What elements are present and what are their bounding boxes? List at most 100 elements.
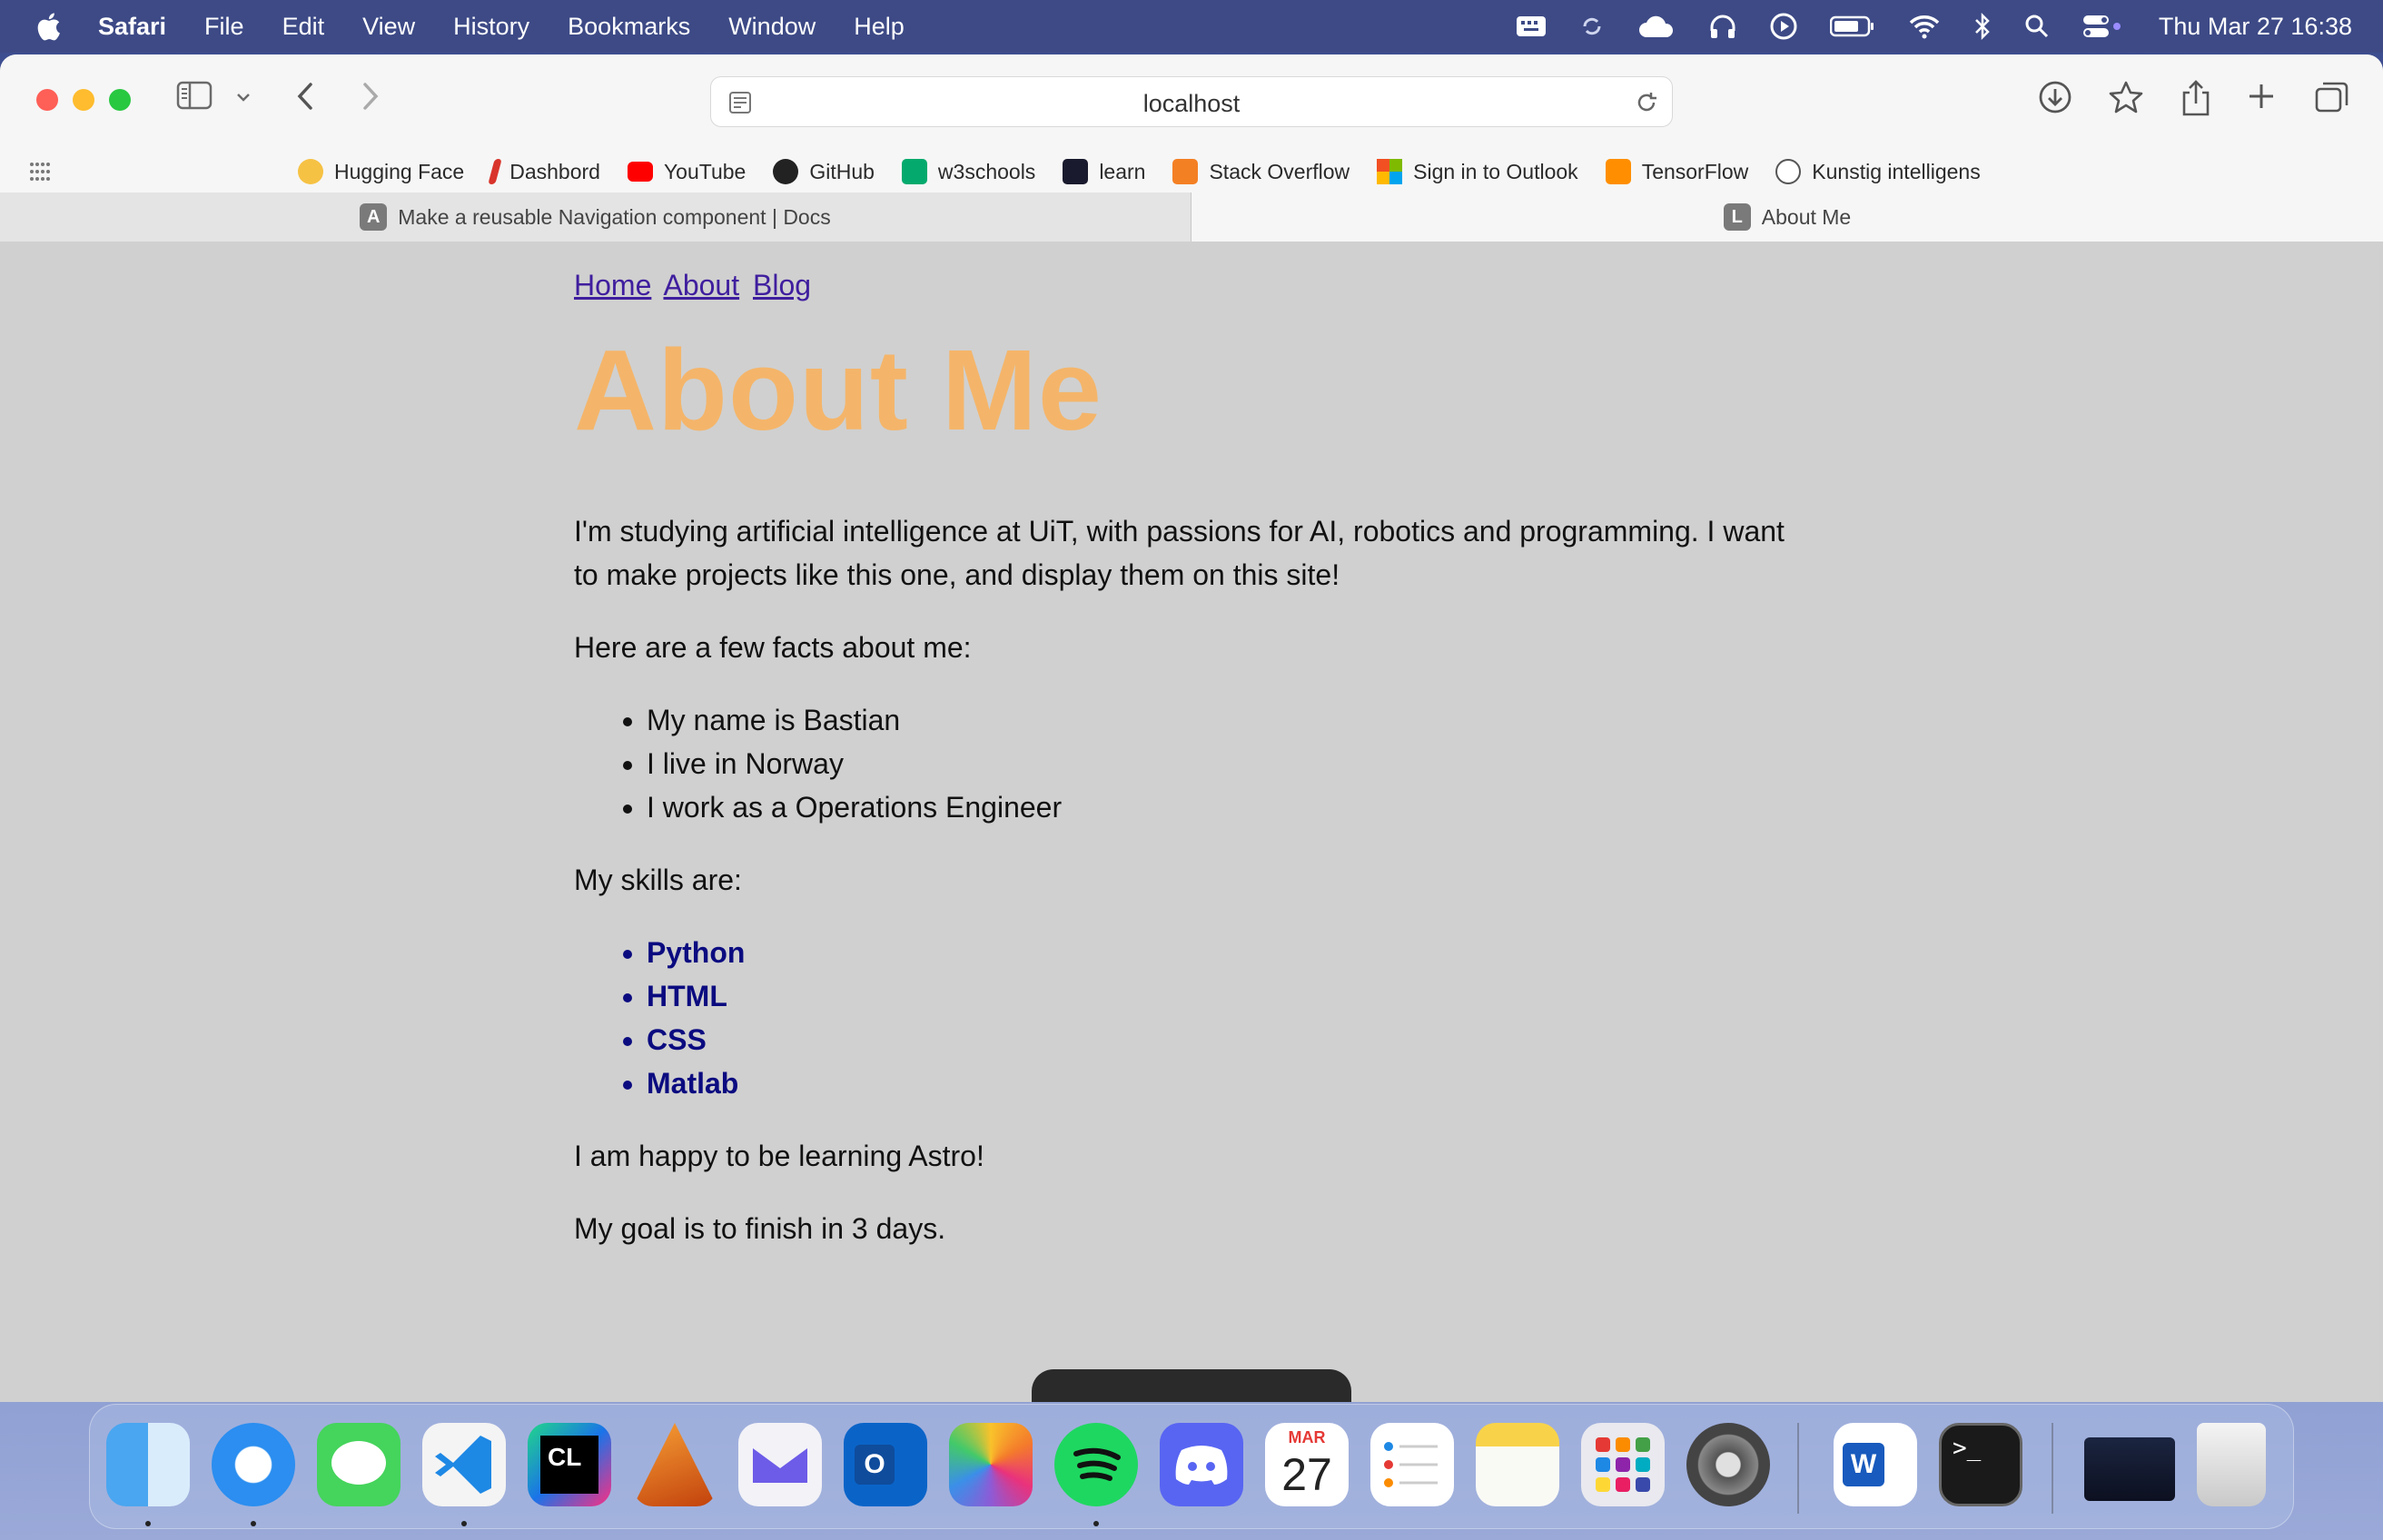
reload-icon[interactable]	[1634, 90, 1659, 115]
calendar-day: 27	[1281, 1449, 1332, 1500]
bookmark-kunstig-intelligens[interactable]: Kunstig intelligens	[1775, 159, 1981, 184]
discord-app-icon[interactable]	[1160, 1423, 1243, 1506]
menu-edit[interactable]: Edit	[282, 13, 325, 41]
menu-window[interactable]: Window	[728, 13, 816, 41]
bookmark-stack-overflow[interactable]: Stack Overflow	[1172, 159, 1350, 184]
skill-item: CSS	[647, 1018, 1791, 1061]
apple-logo-icon[interactable]	[35, 11, 62, 42]
running-indicator	[1093, 1521, 1099, 1526]
bookmark-label: YouTube	[663, 159, 747, 183]
keyboard-icon[interactable]	[1516, 15, 1547, 38]
bookmark-w3schools[interactable]: w3schools	[901, 159, 1035, 184]
skill-item: Matlab	[647, 1061, 1791, 1105]
skills-heading: My skills are:	[574, 864, 742, 896]
favorite-star-icon[interactable]	[2109, 80, 2143, 114]
tab-favicon: A	[360, 203, 388, 231]
messages-app-icon[interactable]	[317, 1423, 400, 1506]
sync-icon[interactable]	[1579, 14, 1605, 39]
word-logo-text: W	[1843, 1443, 1884, 1486]
bookmark-outlook[interactable]: Sign in to Outlook	[1377, 159, 1578, 184]
outlook-logo-text: O	[855, 1445, 895, 1485]
word-app-icon[interactable]: W	[1834, 1423, 1917, 1506]
reminders-app-icon[interactable]	[1370, 1423, 1454, 1506]
battery-icon[interactable]	[1829, 15, 1875, 38]
learn-icon	[1063, 159, 1089, 184]
running-indicator	[251, 1521, 256, 1526]
tab-docs[interactable]: A Make a reusable Navigation component |…	[0, 192, 1192, 242]
hugging-face-icon	[298, 159, 323, 184]
bookmark-label: TensorFlow	[1641, 159, 1749, 183]
back-icon[interactable]	[296, 82, 314, 111]
running-indicator	[461, 1521, 467, 1526]
photos-app-icon[interactable]	[949, 1423, 1033, 1506]
bookmark-learn[interactable]: learn	[1063, 159, 1145, 184]
menu-clock[interactable]: Thu Mar 27 16:38	[2159, 13, 2352, 41]
calendar-app-icon[interactable]: MAR 27	[1265, 1423, 1349, 1506]
chevron-down-icon[interactable]	[236, 93, 251, 102]
nav-link-blog[interactable]: Blog	[753, 269, 811, 301]
search-icon[interactable]	[2024, 14, 2050, 39]
menu-help[interactable]: Help	[854, 13, 905, 41]
outlook-app-icon[interactable]: O	[844, 1423, 927, 1506]
bookmark-youtube[interactable]: YouTube	[627, 159, 747, 184]
tab-overview-icon[interactable]	[2314, 80, 2350, 114]
launchpad-app-icon[interactable]	[1581, 1423, 1665, 1506]
discord-logo-icon	[1175, 1446, 1228, 1485]
menu-bar: Safari File Edit View History Bookmarks …	[0, 0, 2383, 53]
microsoft-icon	[1377, 159, 1403, 184]
clion-app-icon[interactable]: CL	[528, 1423, 611, 1506]
mail-client-app-icon[interactable]	[738, 1423, 822, 1506]
menu-history[interactable]: History	[453, 13, 529, 41]
vscode-app-icon[interactable]	[422, 1423, 506, 1506]
matlab-app-icon[interactable]	[633, 1423, 717, 1506]
share-icon[interactable]	[2180, 80, 2212, 116]
minimize-window-button[interactable]	[73, 89, 94, 111]
address-bar[interactable]: localhost	[710, 76, 1673, 127]
notes-app-icon[interactable]	[1476, 1423, 1559, 1506]
trash-app-icon[interactable]	[2197, 1423, 2266, 1506]
menu-bookmarks[interactable]: Bookmarks	[568, 13, 690, 41]
browser-toolbar: localhost Hugging Face Dashbord YouTube …	[0, 54, 2383, 202]
tab-about-me[interactable]: L About Me	[1192, 192, 2383, 242]
spotify-app-icon[interactable]	[1054, 1423, 1138, 1506]
running-indicator	[145, 1521, 151, 1526]
tensorflow-icon	[1605, 159, 1631, 184]
bookmark-tensorflow[interactable]: TensorFlow	[1605, 159, 1749, 184]
sidebar-toggle-icon[interactable]	[176, 80, 213, 111]
bookmark-hugging-face[interactable]: Hugging Face	[298, 159, 464, 184]
bookmark-label: Sign in to Outlook	[1413, 159, 1578, 183]
terminal-app-icon[interactable]: >_	[1939, 1423, 2022, 1506]
bookmark-dashbord[interactable]: Dashbord	[488, 159, 600, 184]
wifi-icon[interactable]	[1908, 14, 1941, 39]
floating-toolbar[interactable]	[1032, 1369, 1351, 1402]
play-icon[interactable]	[1770, 13, 1797, 40]
zoom-window-button[interactable]	[109, 89, 131, 111]
new-tab-icon[interactable]	[2247, 82, 2276, 111]
minimized-window-preview[interactable]	[2084, 1437, 2175, 1501]
skill-item: Python	[647, 931, 1791, 974]
headphones-icon[interactable]	[1708, 13, 1737, 40]
closing-paragraph-1: I am happy to be learning Astro!	[574, 1140, 984, 1172]
cloud-icon[interactable]	[1637, 14, 1676, 39]
tab-favicon: L	[1723, 203, 1751, 231]
apps-grid-icon[interactable]	[29, 162, 51, 182]
checklist-icon	[1384, 1442, 1438, 1487]
menu-view[interactable]: View	[362, 13, 415, 41]
forward-icon[interactable]	[361, 82, 380, 111]
bookmark-label: Hugging Face	[334, 159, 465, 183]
finder-app-icon[interactable]	[106, 1423, 190, 1506]
control-center-icon[interactable]	[2082, 14, 2122, 39]
bluetooth-icon[interactable]	[1973, 12, 1992, 41]
github-icon	[773, 159, 799, 184]
menu-file[interactable]: File	[204, 13, 244, 41]
safari-app-icon[interactable]	[212, 1423, 295, 1506]
skill-item: HTML	[647, 974, 1791, 1018]
downloads-icon[interactable]	[2038, 80, 2072, 114]
nav-link-about[interactable]: About	[663, 269, 739, 301]
menu-app-name[interactable]: Safari	[98, 13, 166, 41]
nav-link-home[interactable]: Home	[574, 269, 651, 301]
bookmark-github[interactable]: GitHub	[773, 159, 875, 184]
close-window-button[interactable]	[36, 89, 58, 111]
system-settings-app-icon[interactable]	[1686, 1423, 1770, 1506]
page-title: About Me	[574, 326, 1103, 454]
